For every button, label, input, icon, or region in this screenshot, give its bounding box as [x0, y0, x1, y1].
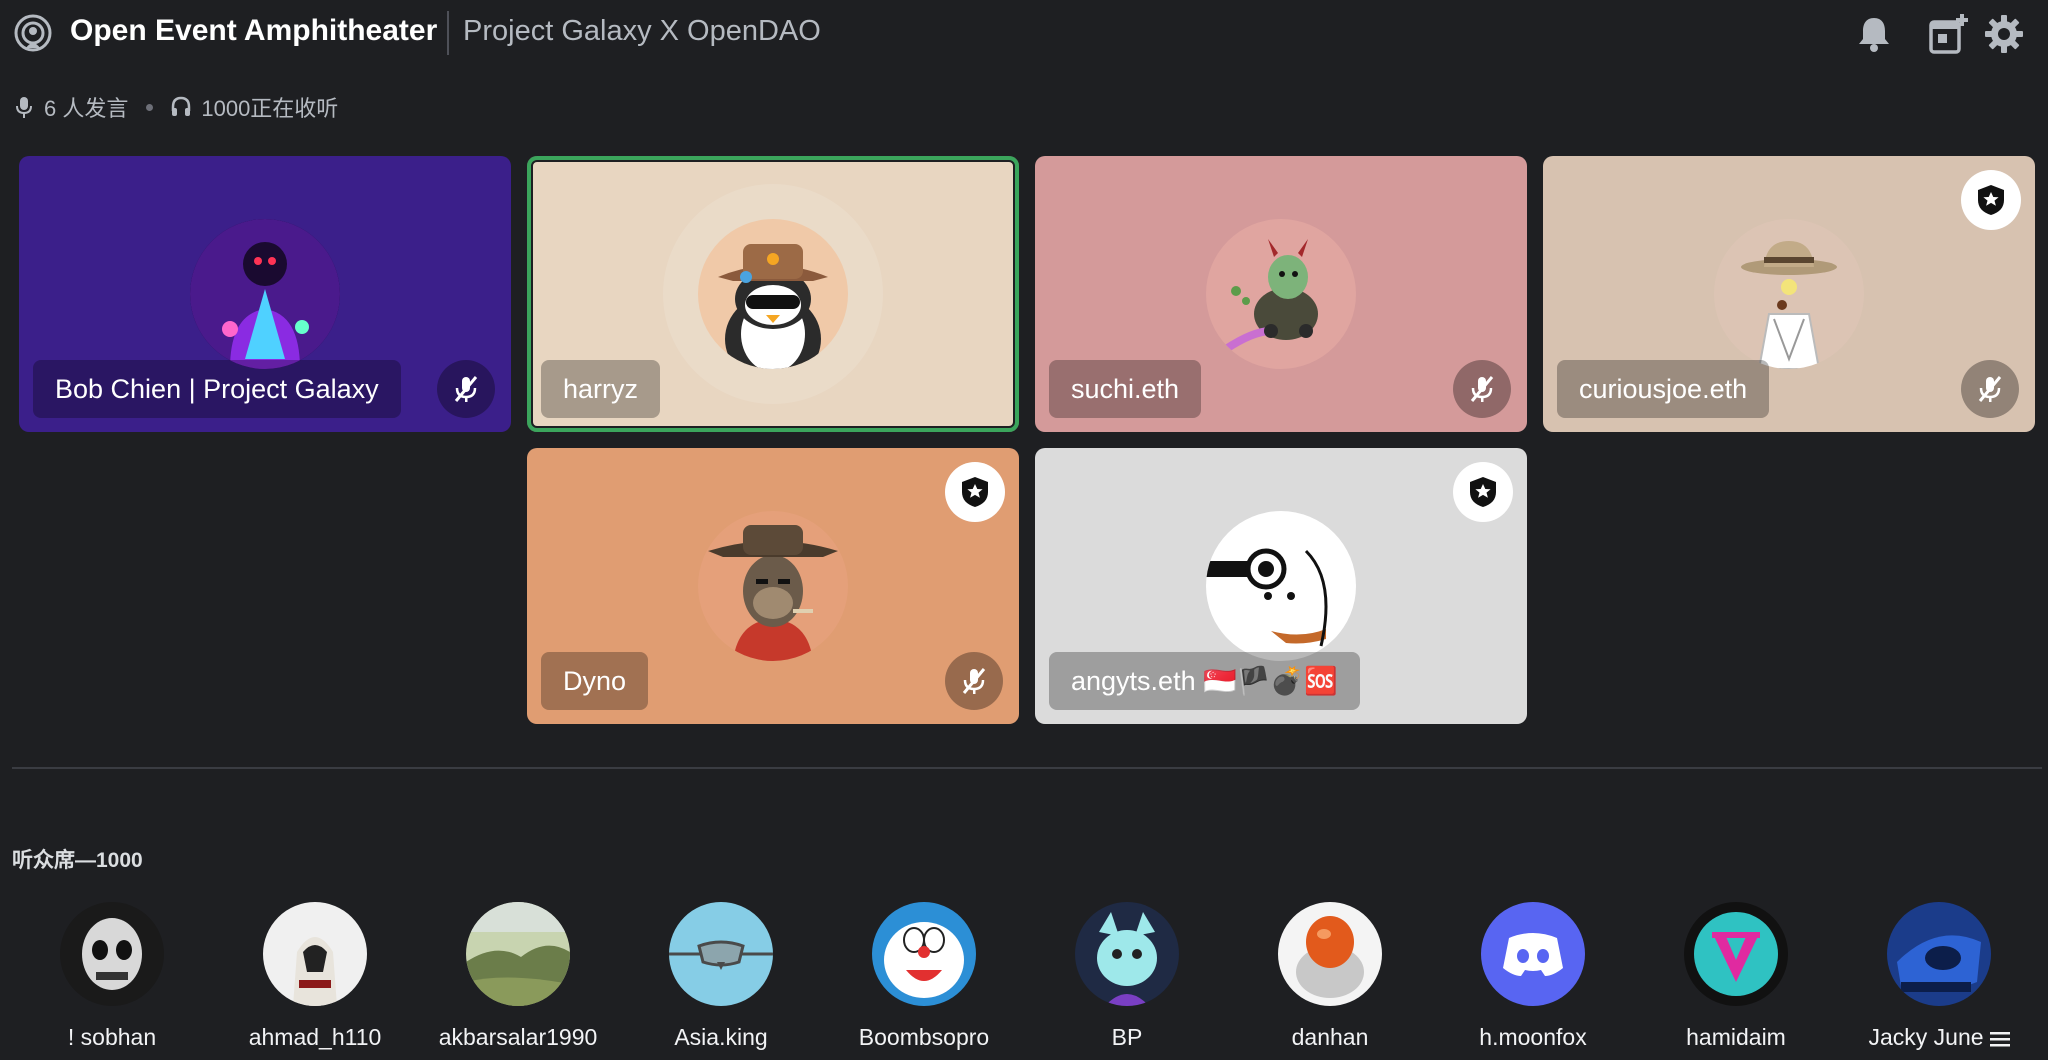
- moderator-shield-icon: [1453, 462, 1513, 522]
- speaker-tile[interactable]: Dyno: [527, 448, 1019, 724]
- audience-member[interactable]: hamidaim: [1641, 902, 1831, 1060]
- speaker-name: suchi.eth: [1049, 360, 1202, 418]
- audience-member[interactable]: akbarsalar1990: [423, 902, 613, 1060]
- stats-separator: [146, 103, 154, 111]
- speaker-name: curiousjoe.eth: [1557, 360, 1770, 418]
- speaker-avatar: [190, 219, 340, 369]
- speaker-tile[interactable]: Bob Chien | Project Galaxy: [19, 156, 511, 432]
- speaker-tile[interactable]: curiousjoe.eth: [1543, 156, 2035, 432]
- title-divider: [447, 11, 449, 55]
- member-name: BP: [1111, 1024, 1143, 1050]
- member-name: h.moonfox: [1479, 1024, 1587, 1050]
- audience-member[interactable]: ! sobhan: [17, 902, 207, 1060]
- speaker-name: angyts.eth 🇸🇬🏴💣🆘: [1049, 652, 1360, 710]
- member-name: Jacky June: [1844, 1024, 2034, 1051]
- audience-member[interactable]: h.moonfox: [1438, 902, 1628, 1060]
- speaker-avatar: [698, 219, 848, 369]
- settings-gear-icon[interactable]: [1982, 12, 2026, 56]
- member-avatar: [1481, 902, 1585, 1006]
- stage-stats: 6 人发言 1000正在收听: [14, 90, 338, 124]
- channel-title: Open Event Amphitheater: [70, 14, 438, 47]
- member-name: ! sobhan: [67, 1024, 157, 1050]
- audience-member[interactable]: BP: [1032, 902, 1222, 1060]
- speaker-avatar: [698, 511, 848, 661]
- speaker-avatar: [1206, 511, 1356, 661]
- audience-header: 听众席—1000: [12, 849, 143, 872]
- member-avatar: [1684, 902, 1788, 1006]
- member-name: hamidaim: [1686, 1024, 1786, 1050]
- member-name: Asia.king: [674, 1024, 768, 1050]
- member-name: Boombsopro: [858, 1024, 990, 1050]
- moderator-shield-icon: [945, 462, 1005, 522]
- muted-mic-icon: [1453, 360, 1511, 418]
- speaker-name: Bob Chien | Project Galaxy: [33, 360, 401, 418]
- speaker-count: 6 人发言: [44, 96, 129, 121]
- audience-member[interactable]: Boombsopro: [829, 902, 1019, 1060]
- section-divider: [12, 767, 2042, 769]
- member-avatar: [1887, 902, 1991, 1006]
- muted-mic-icon: [437, 360, 495, 418]
- channel-header: Open Event Amphitheater Project Galaxy X…: [0, 0, 2048, 66]
- speaker-name: Dyno: [541, 652, 649, 710]
- audience-member[interactable]: Asia.king: [626, 902, 816, 1060]
- muted-mic-icon: [1961, 360, 2019, 418]
- audience-member[interactable]: Jacky June: [1844, 902, 2034, 1060]
- member-avatar: [60, 902, 164, 1006]
- stage-channel-icon: [14, 14, 52, 52]
- speaker-tile[interactable]: angyts.eth 🇸🇬🏴💣🆘: [1035, 448, 1527, 724]
- moderator-shield-icon: [1961, 170, 2021, 230]
- listener-count: 1000正在收听: [201, 96, 339, 121]
- member-name: ahmad_h110: [248, 1024, 382, 1050]
- member-name: akbarsalar1990: [438, 1024, 598, 1050]
- speaker-avatar: [1714, 219, 1864, 369]
- member-avatar: [466, 902, 570, 1006]
- microphone-icon: [16, 97, 32, 118]
- headphones-icon: [172, 96, 191, 116]
- discord-logo-icon: [1481, 902, 1585, 1006]
- muted-mic-icon: [945, 652, 1003, 710]
- speaker-tile[interactable]: harryz: [527, 156, 1019, 432]
- speaker-tile[interactable]: suchi.eth: [1035, 156, 1527, 432]
- speaker-name: harryz: [541, 360, 661, 418]
- member-avatar: [872, 902, 976, 1006]
- member-avatar: [1075, 902, 1179, 1006]
- member-name: danhan: [1291, 1024, 1369, 1050]
- audience-member[interactable]: danhan: [1235, 902, 1425, 1060]
- create-event-icon[interactable]: [1926, 12, 1970, 56]
- audience-member[interactable]: ahmad_h110: [220, 902, 410, 1060]
- speaker-avatar: [1206, 219, 1356, 369]
- member-avatar: [263, 902, 367, 1006]
- stage-topic: Project Galaxy X OpenDAO: [463, 15, 821, 47]
- member-avatar: [669, 902, 773, 1006]
- notification-bell-icon[interactable]: [1852, 12, 1896, 56]
- member-avatar: [1278, 902, 1382, 1006]
- list-menu-icon: [1989, 1031, 2010, 1047]
